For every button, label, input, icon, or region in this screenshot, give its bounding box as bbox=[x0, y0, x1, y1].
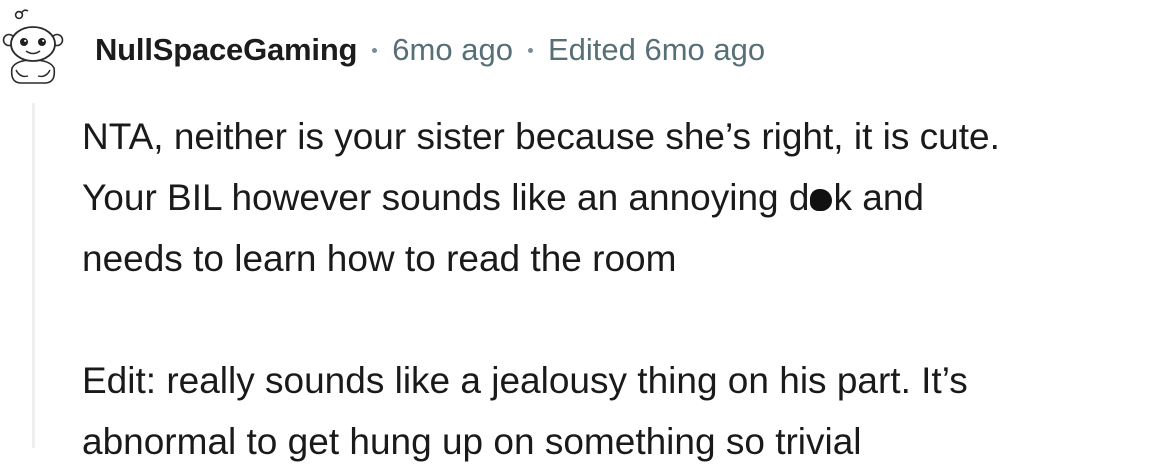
comment-line: k and bbox=[833, 177, 924, 218]
comment-line: needs to learn how to read the room bbox=[82, 238, 677, 279]
snoo-avatar-icon bbox=[2, 9, 64, 84]
avatar[interactable] bbox=[0, 6, 66, 86]
comment-line: Edit: really sounds like a jealousy thin… bbox=[82, 360, 968, 401]
comment-paragraph: Edit: really sounds like a jealousy thin… bbox=[82, 350, 1169, 472]
censor-blot-icon bbox=[810, 189, 833, 211]
comment: NullSpaceGaming 6mo ago Edited 6mo ago N… bbox=[0, 0, 1169, 462]
comment-body: NTA, neither is your sister because she’… bbox=[82, 106, 1169, 472]
comment-paragraph: NTA, neither is your sister because she’… bbox=[82, 106, 1169, 289]
posted-time[interactable]: 6mo ago bbox=[392, 32, 513, 68]
thread-line[interactable] bbox=[32, 103, 35, 448]
comment-line: abnormal to get hung up on something so … bbox=[82, 421, 862, 462]
comment-header: NullSpaceGaming 6mo ago Edited 6mo ago bbox=[95, 28, 765, 72]
author-username[interactable]: NullSpaceGaming bbox=[95, 32, 357, 68]
comment-line: NTA, neither is your sister because she’… bbox=[82, 116, 1000, 157]
separator-dot-icon bbox=[372, 47, 378, 53]
edited-time: Edited 6mo ago bbox=[547, 32, 766, 67]
separator-dot-icon bbox=[527, 47, 533, 53]
comment-line: Your BIL however sounds like an annoying… bbox=[82, 177, 810, 218]
